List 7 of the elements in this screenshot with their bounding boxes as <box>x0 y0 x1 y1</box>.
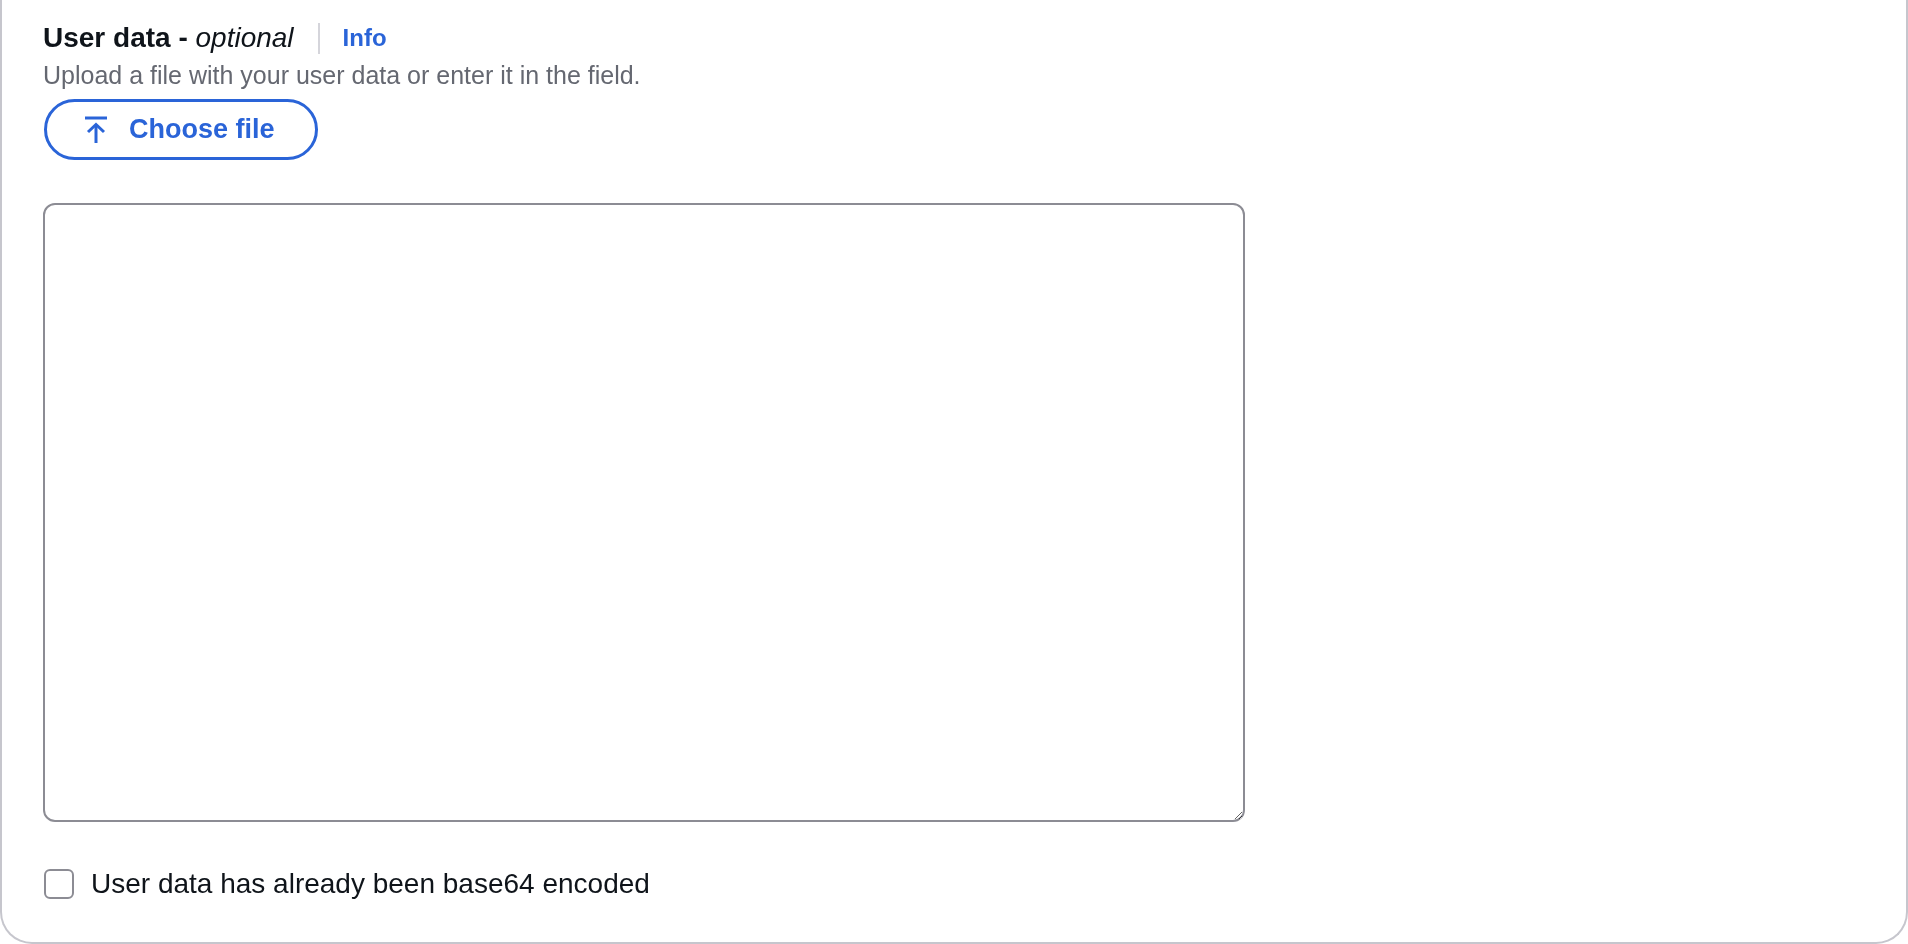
field-label: User data - optional <box>43 21 294 55</box>
upload-icon <box>82 115 110 144</box>
checkbox[interactable] <box>44 869 74 899</box>
choose-file-button[interactable]: Choose file <box>44 99 318 160</box>
checkbox-label: User data has already been base64 encoded <box>91 867 650 901</box>
field-description: Upload a file with your user data or enter it in the field. <box>43 60 641 90</box>
info-link[interactable]: Info <box>342 23 387 53</box>
